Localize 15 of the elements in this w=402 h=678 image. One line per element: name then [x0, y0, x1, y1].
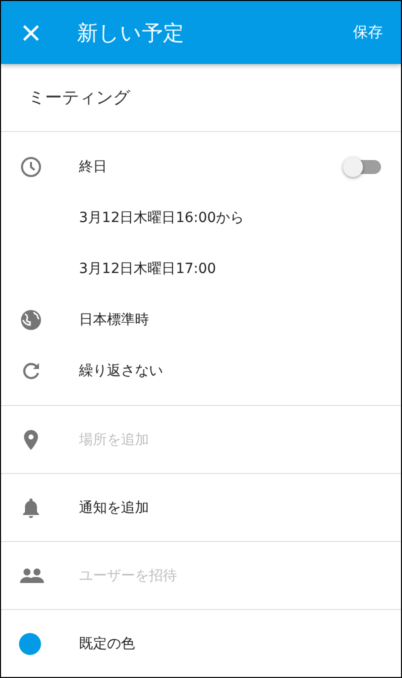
close-button[interactable] [21, 22, 41, 42]
screen-title: 新しい予定 [77, 20, 185, 46]
notification-option[interactable]: 通知を追加 [79, 498, 383, 516]
clock-icon [19, 154, 43, 178]
end-time[interactable]: 3月12日木曜日17:00 [79, 260, 383, 278]
close-icon [21, 22, 41, 42]
location-field[interactable]: 場所を追加 [79, 432, 383, 448]
repeat-option[interactable]: 繰り返さない [79, 362, 383, 380]
time-zone[interactable]: 日本標準時 [79, 310, 383, 328]
all-day-label: 終日 [79, 158, 108, 176]
globe-icon [19, 308, 43, 332]
color-option[interactable]: 既定の色 [79, 634, 383, 652]
start-time[interactable]: 3月12日木曜日16:00から [79, 208, 383, 226]
invite-field[interactable]: ユーザーを招待 [79, 568, 383, 584]
all-day-switch[interactable] [345, 160, 381, 174]
